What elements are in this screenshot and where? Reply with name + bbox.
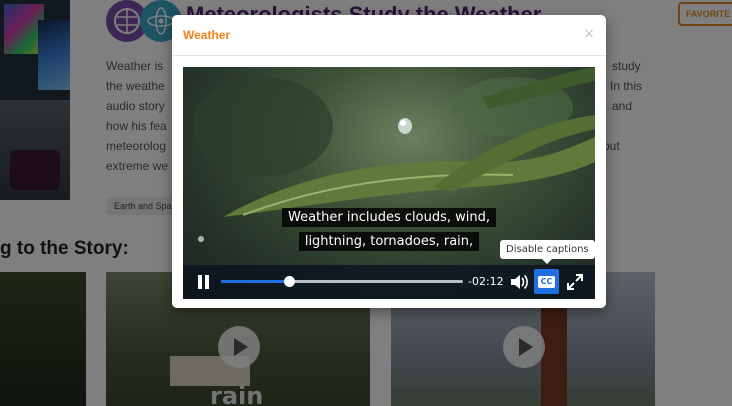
player-controls: -02:12 CC — [183, 265, 595, 299]
fullscreen-icon[interactable] — [566, 273, 584, 291]
captions-tooltip: Disable captions — [500, 240, 595, 264]
pause-icon[interactable] — [195, 273, 213, 291]
modal-title: Weather — [183, 28, 231, 42]
modal-header: Weather × — [172, 15, 606, 56]
closed-captions-icon[interactable]: CC — [534, 269, 559, 294]
volume-icon[interactable] — [509, 273, 529, 291]
progress-fill — [221, 280, 289, 283]
close-icon[interactable]: × — [580, 25, 598, 43]
video-modal: Weather × Weather includes clouds, wind,… — [172, 15, 606, 308]
progress-slider[interactable] — [221, 276, 463, 287]
progress-handle[interactable] — [283, 276, 295, 287]
time-remaining: -02:12 — [468, 275, 504, 288]
video-player[interactable]: Weather includes clouds, wind, lightning… — [183, 67, 595, 299]
caption-line: Weather includes clouds, wind, — [183, 208, 595, 227]
